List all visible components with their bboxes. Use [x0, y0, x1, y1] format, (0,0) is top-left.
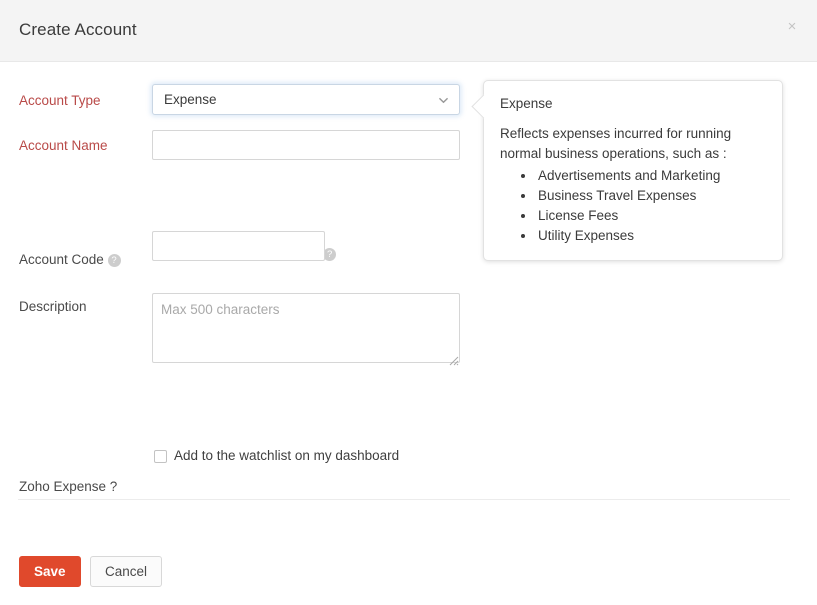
account-code-label: Account Code ?: [19, 252, 121, 267]
account-type-value: Expense: [164, 92, 217, 107]
watchlist-checkbox[interactable]: [154, 450, 167, 463]
modal-header: Create Account ×: [0, 0, 817, 62]
tooltip-description: Reflects expenses incurred for running n…: [500, 124, 766, 164]
account-name-input[interactable]: [152, 130, 460, 160]
description-label: Description: [19, 299, 87, 314]
account-type-select[interactable]: Expense: [152, 84, 460, 115]
tooltip-list: Advertisements and Marketing Business Tr…: [500, 166, 766, 246]
account-code-input[interactable]: [152, 231, 325, 261]
account-type-label: Account Type: [19, 93, 101, 108]
zoho-expense-label: Zoho Expense ?: [19, 479, 117, 494]
save-button[interactable]: Save: [19, 556, 81, 587]
list-item: Utility Expenses: [536, 226, 766, 246]
chevron-down-icon: [439, 96, 448, 105]
cancel-button[interactable]: Cancel: [90, 556, 162, 587]
modal-footer: Save Cancel: [0, 538, 817, 605]
list-item: Advertisements and Marketing: [536, 166, 766, 186]
sub-account-help-icon[interactable]: ?: [323, 248, 336, 261]
tooltip-title: Expense: [500, 96, 766, 111]
list-item: Business Travel Expenses: [536, 186, 766, 206]
account-code-text: Account Code: [19, 252, 104, 267]
account-code-help-icon[interactable]: ?: [108, 254, 121, 267]
close-icon[interactable]: ×: [783, 18, 801, 36]
list-item: License Fees: [536, 206, 766, 226]
page-title: Create Account: [19, 20, 137, 40]
section-divider: [18, 499, 790, 500]
account-type-tooltip: Expense Reflects expenses incurred for r…: [483, 80, 783, 261]
description-textarea[interactable]: [152, 293, 460, 363]
watchlist-label: Add to the watchlist on my dashboard: [174, 448, 399, 463]
account-name-label: Account Name: [19, 138, 108, 153]
